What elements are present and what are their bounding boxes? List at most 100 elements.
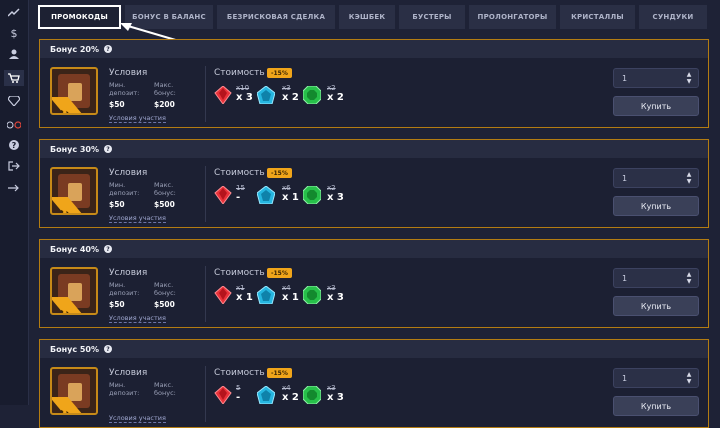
buy-button[interactable]: Купить [613,296,699,316]
quantity-stepper[interactable]: 1 ▲ ▼ [613,368,699,388]
red-old-price: x10 [236,84,250,92]
tab-crystals[interactable]: КРИСТАЛЛЫ [560,5,635,29]
conditions-title: Условия [109,168,148,178]
discount-ribbon: -15% [52,397,90,413]
help-icon[interactable]: ? [104,245,113,253]
conditions-link[interactable]: Условия участия [109,114,166,123]
green-old-price: x2 [327,184,336,192]
discount-ribbon: -15% [52,297,90,313]
card-title: Бонус 50% [50,344,100,354]
sign-out-icon[interactable] [4,158,24,174]
promo-gift-image: -15% [50,167,98,215]
help-icon[interactable]: ? [104,145,113,153]
divider [205,366,206,422]
bike-icon[interactable] [4,116,24,132]
red-old-price: 5 [236,384,241,392]
red-old-price: 15 [236,184,245,192]
blue-crystal-icon [257,386,275,404]
discount-badge: -15% [267,68,292,78]
min-deposit-value: $50 [109,100,125,109]
card-header: Бонус 30% ? [40,140,708,158]
min-deposit-label: Мин. депозит: [109,281,140,297]
card-header: Бонус 40% ? [40,240,708,258]
bonus-card: Бонус 20% ? -15% Условия Мин. депозит: $… [39,39,709,128]
buy-button[interactable]: Купить [613,396,699,416]
min-deposit-label: Мин. депозит: [109,381,140,397]
bonus-card: Бонус 40% ? -15% Условия Мин. депозит: $… [39,239,709,328]
min-deposit-label: Мин. депозит: [109,181,140,197]
blue-quantity: x 2 [282,392,299,403]
tab-prolongators[interactable]: ПРОЛОНГАТОРЫ [469,5,556,29]
buy-button[interactable]: Купить [613,196,699,216]
bonus-card: Бонус 50% ? -15% Условия Мин. депозит: М… [39,339,709,428]
min-deposit-label: Мин. депозит: [109,81,140,97]
card-body: -15% Условия Мин. депозит: $50 Макс. бон… [40,58,708,127]
cost-title: Стоимость [214,168,265,178]
red-quantity: x 3 [236,92,253,103]
buy-button[interactable]: Купить [613,96,699,116]
stepper-arrows-icon[interactable]: ▲ ▼ [685,71,693,85]
dollar-icon[interactable]: $ [4,25,24,41]
chart-line-icon[interactable] [4,4,24,20]
blue-old-price: x4 [282,284,291,292]
max-bonus-value: $500 [154,200,175,209]
conditions-title: Условия [109,268,148,278]
discount-ribbon: -15% [52,97,90,113]
tab-chests[interactable]: СУНДУКИ [639,5,707,29]
blue-quantity: x 2 [282,92,299,103]
quantity-stepper[interactable]: 1 ▲ ▼ [613,68,699,88]
red-quantity: x 1 [236,292,253,303]
divider [205,66,206,122]
cart-icon[interactable] [4,70,24,86]
conditions-link[interactable]: Условия участия [109,414,166,423]
arrow-right-icon[interactable] [4,180,24,196]
stepper-arrows-icon[interactable]: ▲ ▼ [685,371,693,385]
stepper-arrows-icon[interactable]: ▲ ▼ [685,271,693,285]
stepper-arrows-icon[interactable]: ▲ ▼ [685,171,693,185]
tab-promocodes[interactable]: ПРОМОКОДЫ [38,5,121,29]
red-quantity: - [236,192,241,203]
max-bonus-label: Макс. бонус: [154,281,176,297]
help-icon[interactable]: ? [104,45,113,53]
red-crystal-icon [214,386,232,404]
question-icon[interactable]: ? [4,137,24,153]
min-deposit-value: $50 [109,300,125,309]
conditions-link[interactable]: Условия участия [109,314,166,323]
card-header: Бонус 20% ? [40,40,708,58]
card-title: Бонус 30% [50,144,100,154]
conditions-link[interactable]: Условия участия [109,214,166,223]
blue-old-price: x3 [282,84,291,92]
blue-crystal-icon [257,86,275,104]
divider [205,266,206,322]
red-crystal-icon [214,86,232,104]
green-crystal-icon [303,286,321,304]
cost-title: Стоимость [214,268,265,278]
sidebar: $ ? [0,0,29,405]
quantity-value: 1 [622,173,628,183]
green-crystal-icon [303,86,321,104]
green-crystal-icon [303,186,321,204]
max-bonus-value: $500 [154,300,175,309]
user-icon[interactable] [4,46,24,62]
green-old-price: x2 [327,84,336,92]
max-bonus-label: Макс. бонус: [154,381,176,397]
blue-crystal-icon [257,186,275,204]
quantity-value: 1 [622,373,628,383]
help-icon[interactable]: ? [104,345,113,353]
discount-badge: -15% [267,168,292,178]
quantity-stepper[interactable]: 1 ▲ ▼ [613,268,699,288]
green-quantity: x 3 [327,192,344,203]
red-quantity: - [236,392,241,403]
max-bonus-label: Макс. бонус: [154,181,176,197]
tab-boosters[interactable]: БУСТЕРЫ [399,5,465,29]
min-deposit-value: $50 [109,200,125,209]
blue-old-price: x4 [282,384,291,392]
diamond-icon[interactable] [4,93,24,109]
tab-cashback[interactable]: КЭШБЕК [339,5,395,29]
quantity-stepper[interactable]: 1 ▲ ▼ [613,168,699,188]
card-title: Бонус 20% [50,44,100,54]
promo-gift-image: -15% [50,367,98,415]
green-quantity: x 2 [327,92,344,103]
promo-gift-image: -15% [50,67,98,115]
tab-risk-free-bet[interactable]: БЕЗРИСКОВАЯ СДЕЛКА [217,5,335,29]
